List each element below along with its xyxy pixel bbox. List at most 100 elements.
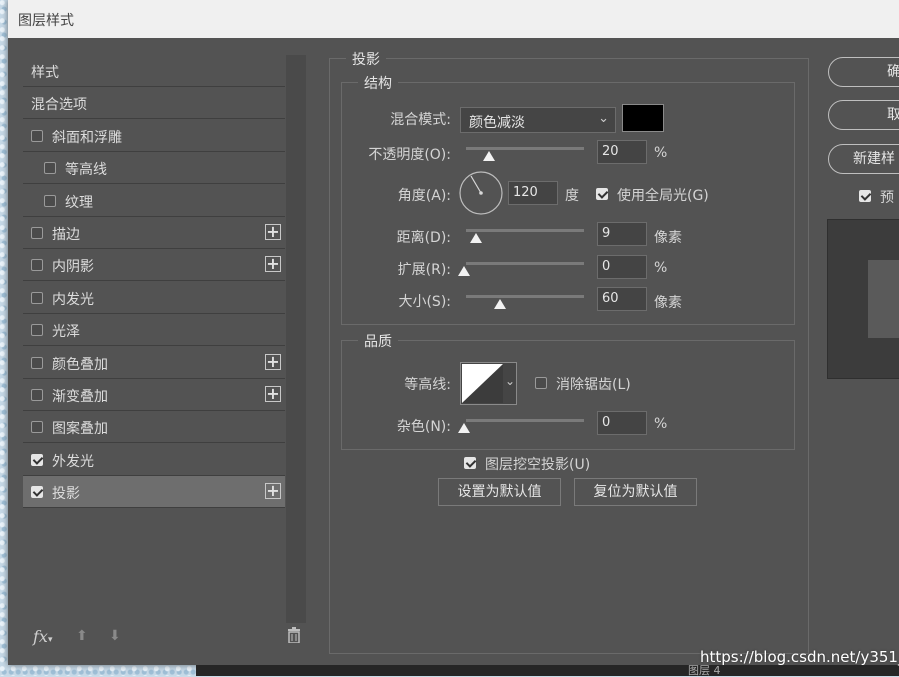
- contour-label: 等高线:: [404, 377, 451, 393]
- trash-icon[interactable]: [287, 627, 301, 647]
- style-list-panel: 样式 混合选项 斜面和浮雕 等高线 纹理 描边 + 内阴影 + 内发光 光泽 颜色叠加 + 渐变叠加 + 图案…: [23, 55, 308, 623]
- distance-input[interactable]: 9: [597, 222, 647, 246]
- noise-slider[interactable]: [466, 419, 584, 422]
- add-effect-icon[interactable]: +: [265, 483, 281, 500]
- sidebar-item[interactable]: 光泽: [23, 314, 285, 347]
- distance-label: 距离(D):: [396, 230, 451, 246]
- use-global-light-checkbox[interactable]: [596, 188, 608, 200]
- sidebar-item[interactable]: 样式: [23, 55, 285, 87]
- make-default-button[interactable]: 设置为默认值: [438, 478, 561, 506]
- sidebar-item-checkbox[interactable]: [31, 453, 43, 466]
- opacity-slider[interactable]: [466, 147, 584, 150]
- fx-label: fx: [33, 627, 48, 646]
- style-list-scrollbar[interactable]: [286, 55, 306, 623]
- drop-shadow-title: 投影: [346, 49, 386, 69]
- sidebar-item[interactable]: 斜面和浮雕: [23, 120, 285, 152]
- contour-picker[interactable]: ⌄: [460, 362, 517, 405]
- sidebar-item[interactable]: 混合选项: [23, 87, 285, 120]
- quality-title: 品质: [358, 331, 398, 351]
- distance-slider-thumb[interactable]: [470, 233, 482, 243]
- opacity-label: 不透明度(O):: [368, 147, 451, 163]
- spread-slider-thumb[interactable]: [458, 266, 470, 276]
- sidebar-item-checkbox[interactable]: [31, 227, 43, 239]
- preview-checkbox[interactable]: [859, 190, 871, 202]
- fx-button[interactable]: fx▾: [33, 627, 52, 646]
- blend-mode-label: 混合模式:: [390, 112, 451, 128]
- sidebar-item-checkbox[interactable]: [31, 324, 43, 337]
- sidebar-item-checkbox[interactable]: [44, 162, 56, 175]
- add-effect-icon[interactable]: +: [265, 386, 281, 402]
- sidebar-item-checkbox[interactable]: [31, 356, 43, 369]
- sidebar-item[interactable]: 渐变叠加 +: [23, 379, 285, 411]
- layer-name: 图层 4: [688, 664, 721, 677]
- spread-input[interactable]: 0: [597, 255, 647, 279]
- sidebar-item-label: 斜面和浮雕: [52, 129, 122, 146]
- distance-unit: 像素: [654, 230, 682, 246]
- sidebar-item[interactable]: 图案叠加: [23, 411, 285, 444]
- sidebar-item[interactable]: 内发光: [23, 282, 285, 314]
- angle-input[interactable]: 120: [508, 181, 558, 205]
- sidebar-item-checkbox[interactable]: [31, 486, 43, 499]
- opacity-input[interactable]: 20: [597, 140, 647, 164]
- sidebar-item-checkbox[interactable]: [31, 291, 43, 304]
- add-effect-icon[interactable]: +: [265, 256, 281, 273]
- sidebar-item[interactable]: 等高线: [23, 152, 285, 185]
- anti-alias-checkbox[interactable]: [535, 377, 547, 389]
- noise-slider-thumb[interactable]: [458, 423, 470, 433]
- shadow-color-swatch[interactable]: [622, 104, 664, 132]
- blend-mode-value: 颜色减淡: [469, 115, 525, 131]
- move-down-icon[interactable]: ⬇: [109, 628, 121, 644]
- reset-default-button[interactable]: 复位为默认值: [574, 478, 697, 506]
- distance-slider[interactable]: [466, 229, 584, 232]
- size-input[interactable]: 60: [597, 287, 647, 311]
- sidebar-item-checkbox[interactable]: [44, 194, 56, 207]
- size-slider[interactable]: [466, 295, 584, 298]
- sidebar-item-label: 内阴影: [52, 259, 94, 276]
- spread-slider[interactable]: [466, 262, 584, 265]
- add-effect-icon[interactable]: +: [265, 353, 281, 370]
- dialog-title: 图层样式: [18, 13, 74, 29]
- style-list-toolbar: fx▾ ⬆ ⬇: [23, 625, 308, 649]
- noise-input[interactable]: 0: [597, 411, 647, 435]
- size-slider-thumb[interactable]: [494, 299, 506, 309]
- sidebar-item-checkbox[interactable]: [31, 389, 43, 401]
- sidebar-item[interactable]: 纹理: [23, 185, 285, 217]
- angle-dial[interactable]: [458, 170, 504, 220]
- sidebar-item-checkbox[interactable]: [31, 421, 43, 434]
- sidebar-item-label: 混合选项: [31, 97, 87, 114]
- sidebar-item-label: 颜色叠加: [52, 356, 108, 373]
- move-up-icon[interactable]: ⬆: [76, 628, 88, 644]
- preview-thumbnail: [827, 219, 899, 379]
- noise-label: 杂色(N):: [396, 419, 451, 435]
- add-effect-icon[interactable]: +: [265, 224, 281, 240]
- contour-preview-icon: [462, 364, 503, 403]
- sidebar-item-label: 光泽: [52, 324, 80, 341]
- dialog-titlebar: 图层样式: [8, 0, 899, 38]
- sidebar-item-label: 纹理: [65, 194, 93, 211]
- new-style-button[interactable]: 新建样: [828, 144, 899, 174]
- sidebar-item[interactable]: 描边 +: [23, 217, 285, 249]
- contour-chevron-down-icon: ⌄: [505, 374, 516, 388]
- opacity-slider-thumb[interactable]: [483, 151, 495, 161]
- structure-title: 结构: [358, 73, 398, 93]
- knockout-checkbox[interactable]: [464, 457, 476, 469]
- sidebar-item-label: 内发光: [52, 291, 94, 308]
- sidebar-item-label: 投影: [52, 486, 80, 503]
- noise-unit: %: [654, 416, 668, 432]
- sidebar-item[interactable]: 颜色叠加 +: [23, 347, 285, 379]
- use-global-light-label: 使用全局光(G): [617, 188, 709, 204]
- sidebar-item-checkbox[interactable]: [31, 259, 43, 272]
- sidebar-item[interactable]: 外发光: [23, 444, 285, 476]
- blend-mode-select[interactable]: 颜色减淡 ⌄: [460, 107, 616, 133]
- sidebar-item[interactable]: 投影 +: [23, 476, 285, 509]
- sidebar-item[interactable]: 内阴影 +: [23, 249, 285, 282]
- cancel-button[interactable]: 取: [828, 100, 899, 130]
- anti-alias-label: 消除锯齿(L): [556, 377, 631, 393]
- sidebar-item-checkbox[interactable]: [31, 129, 43, 142]
- angle-unit: 度: [565, 188, 579, 204]
- layers-panel-strip: 图层 4: [196, 665, 899, 676]
- ok-button[interactable]: 确: [828, 57, 899, 87]
- size-label: 大小(S):: [398, 294, 451, 310]
- sidebar-item-label: 描边: [52, 227, 80, 243]
- sidebar-item-label: 图案叠加: [52, 421, 108, 438]
